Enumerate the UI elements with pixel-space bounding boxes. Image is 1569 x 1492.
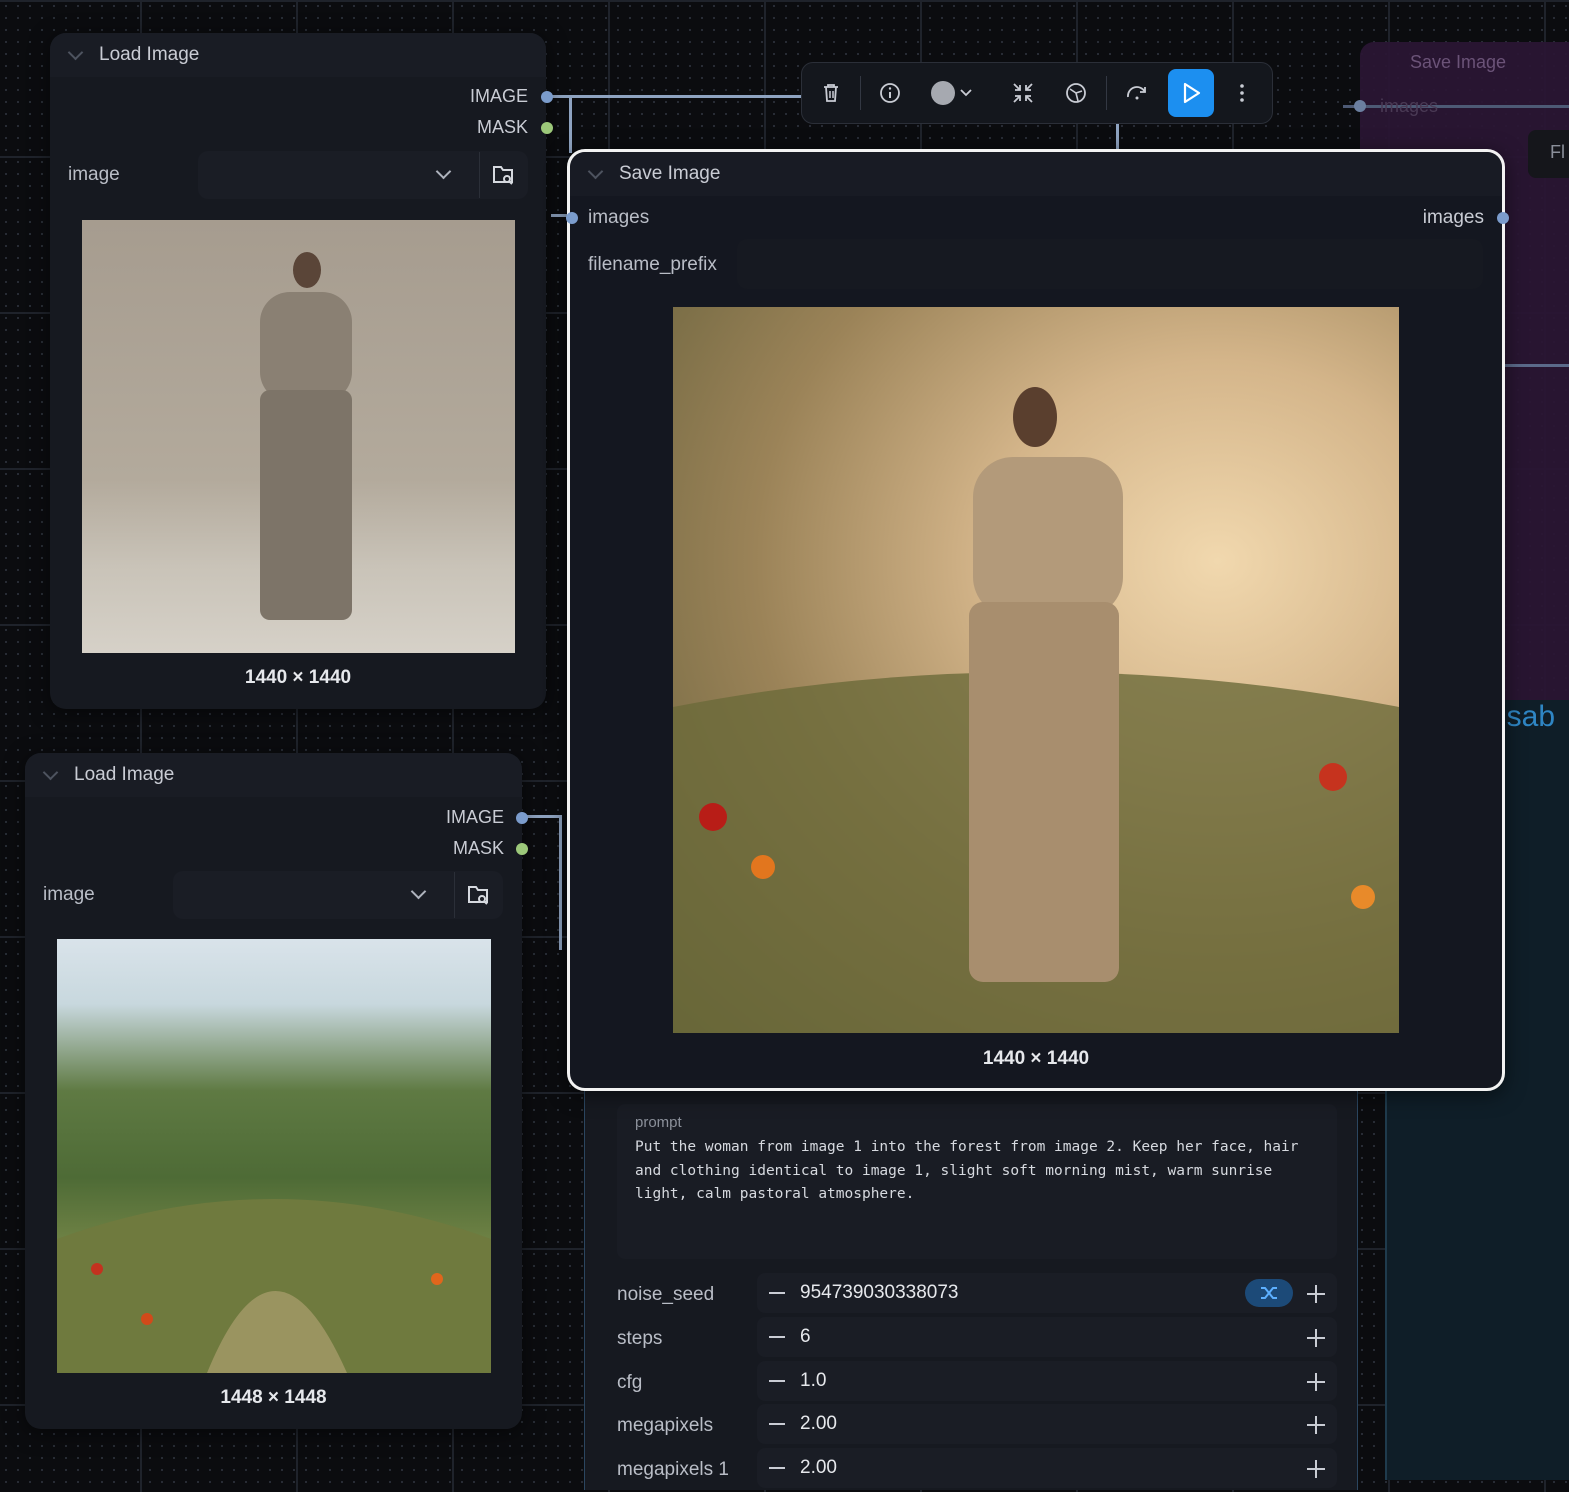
output-label-images: images: [1422, 207, 1484, 228]
increment-icon[interactable]: [1307, 1329, 1325, 1347]
filename-prefix-input[interactable]: [737, 239, 1483, 289]
image-combo[interactable]: [198, 151, 528, 199]
node-header[interactable]: Save Image: [570, 152, 1502, 196]
image-dimensions: 1440 × 1440: [244, 667, 352, 688]
widget-label-filename-prefix: filename_prefix: [588, 254, 717, 275]
output-slot-image[interactable]: [541, 91, 553, 103]
decrement-icon[interactable]: [769, 1467, 785, 1469]
input-slot-dot[interactable]: [1354, 100, 1366, 112]
collapse-icon[interactable]: [1003, 73, 1043, 113]
save-image-node[interactable]: Save Image images images filename_prefix…: [566, 149, 1509, 1091]
node-title: Load Image: [99, 44, 200, 65]
output-label-image: IMAGE: [445, 807, 504, 827]
toolbar-separator: [860, 76, 861, 110]
background-node-partial[interactable]: Fl: [1528, 130, 1569, 178]
load-image-node-1[interactable]: Load Image IMAGE MASK image 1440 × 1440: [50, 33, 553, 709]
collapse-chevron-icon[interactable]: [587, 163, 604, 180]
widget-megapixels[interactable]: megapixels 2.00: [585, 1404, 1357, 1448]
more-icon[interactable]: [1222, 73, 1262, 113]
input-slot-images[interactable]: [566, 212, 578, 224]
info-icon[interactable]: [870, 73, 910, 113]
output-slot-mask[interactable]: [541, 122, 553, 134]
sampler-node[interactable]: prompt Put the woman from image 1 into t…: [584, 1090, 1358, 1490]
image-dimensions: 1448 × 1448: [220, 1387, 327, 1408]
widget-value[interactable]: 2.00: [800, 1457, 837, 1479]
bypass-icon[interactable]: [1056, 73, 1096, 113]
image-preview-forest-meadow: [57, 939, 491, 1373]
link-background: [1343, 105, 1569, 108]
number-input[interactable]: 2.00: [757, 1404, 1337, 1444]
widget-value[interactable]: 954739030338073: [800, 1282, 959, 1304]
increment-icon[interactable]: [1307, 1285, 1325, 1303]
folder-search-icon[interactable]: [454, 872, 501, 918]
image-preview-woman-studio: [82, 220, 515, 653]
output-label-image: IMAGE: [469, 86, 528, 106]
widget-label: megapixels 1: [617, 1459, 729, 1480]
redo-icon[interactable]: [1117, 73, 1157, 113]
selection-toolbar[interactable]: [801, 62, 1273, 124]
widget-label-image: image: [43, 884, 95, 905]
decrement-icon[interactable]: [769, 1292, 785, 1294]
decrement-icon[interactable]: [769, 1423, 785, 1425]
widget-noise-seed[interactable]: noise_seed 954739030338073: [585, 1273, 1357, 1317]
image-dimensions: 1440 × 1440: [982, 1048, 1090, 1069]
trash-icon[interactable]: [811, 73, 851, 113]
background-group-label-partial: isab: [1500, 700, 1556, 733]
widget-cfg[interactable]: cfg 1.0: [585, 1361, 1357, 1405]
node-title: Save Image: [619, 163, 721, 184]
image-combo[interactable]: [173, 871, 503, 919]
toolbar-separator: [1106, 76, 1107, 110]
background-node-input-label: images: [1380, 96, 1439, 116]
widget-value[interactable]: 2.00: [800, 1413, 837, 1435]
randomize-seed-button[interactable]: [1245, 1279, 1293, 1307]
chevron-down-icon[interactable]: [435, 163, 452, 180]
increment-icon[interactable]: [1307, 1416, 1325, 1434]
link-images-input: [551, 214, 567, 217]
image-preview-result: [673, 307, 1399, 1033]
decrement-icon[interactable]: [769, 1336, 785, 1338]
number-input[interactable]: 2.00: [757, 1448, 1337, 1488]
increment-icon[interactable]: [1307, 1373, 1325, 1391]
node-title: Load Image: [74, 764, 175, 785]
collapse-chevron-icon[interactable]: [67, 44, 84, 61]
widget-label: cfg: [617, 1372, 643, 1393]
chevron-down-icon[interactable]: [952, 73, 980, 113]
load-image-node-2[interactable]: Load Image IMAGE MASK image 1448 × 1448: [25, 753, 528, 1429]
widget-label: steps: [617, 1328, 663, 1349]
link-background-2: [1505, 364, 1569, 367]
run-icon[interactable]: [1168, 69, 1214, 117]
input-label-images: images: [588, 207, 650, 228]
background-node-title: Save Image: [1410, 52, 1507, 72]
increment-icon[interactable]: [1307, 1460, 1325, 1478]
link-toolbar-down: [1116, 122, 1119, 152]
output-label-mask: MASK: [476, 117, 528, 137]
node-header[interactable]: Load Image: [25, 753, 522, 797]
widget-value[interactable]: 6: [800, 1326, 811, 1348]
output-slot-mask[interactable]: [516, 843, 528, 855]
number-input[interactable]: 954739030338073: [757, 1273, 1337, 1313]
folder-search-icon[interactable]: [479, 152, 526, 198]
prompt-textarea[interactable]: prompt Put the woman from image 1 into t…: [617, 1104, 1337, 1259]
link-image-1: [546, 95, 802, 98]
widget-megapixels-1[interactable]: megapixels 1 2.00: [585, 1448, 1357, 1492]
prompt-text[interactable]: Put the woman from image 1 into the fore…: [635, 1136, 1315, 1207]
link-image-2: [522, 815, 562, 818]
chevron-down-icon[interactable]: [410, 883, 427, 900]
prompt-label: prompt: [635, 1114, 682, 1131]
widget-label: noise_seed: [617, 1284, 715, 1305]
widget-value[interactable]: 1.0: [800, 1370, 826, 1392]
number-input[interactable]: 1.0: [757, 1361, 1337, 1401]
output-slot-image[interactable]: [516, 812, 528, 824]
collapse-chevron-icon[interactable]: [42, 764, 59, 781]
number-input[interactable]: 6: [757, 1317, 1337, 1357]
link-image-1-down: [569, 95, 572, 153]
widget-label-image: image: [68, 164, 120, 185]
output-slot-images[interactable]: [1497, 212, 1509, 224]
output-label-mask: MASK: [452, 838, 504, 858]
decrement-icon[interactable]: [769, 1380, 785, 1382]
node-header[interactable]: Load Image: [50, 33, 546, 77]
widget-label: megapixels: [617, 1415, 714, 1436]
widget-steps[interactable]: steps 6: [585, 1317, 1357, 1361]
link-image-2-down: [559, 815, 562, 950]
